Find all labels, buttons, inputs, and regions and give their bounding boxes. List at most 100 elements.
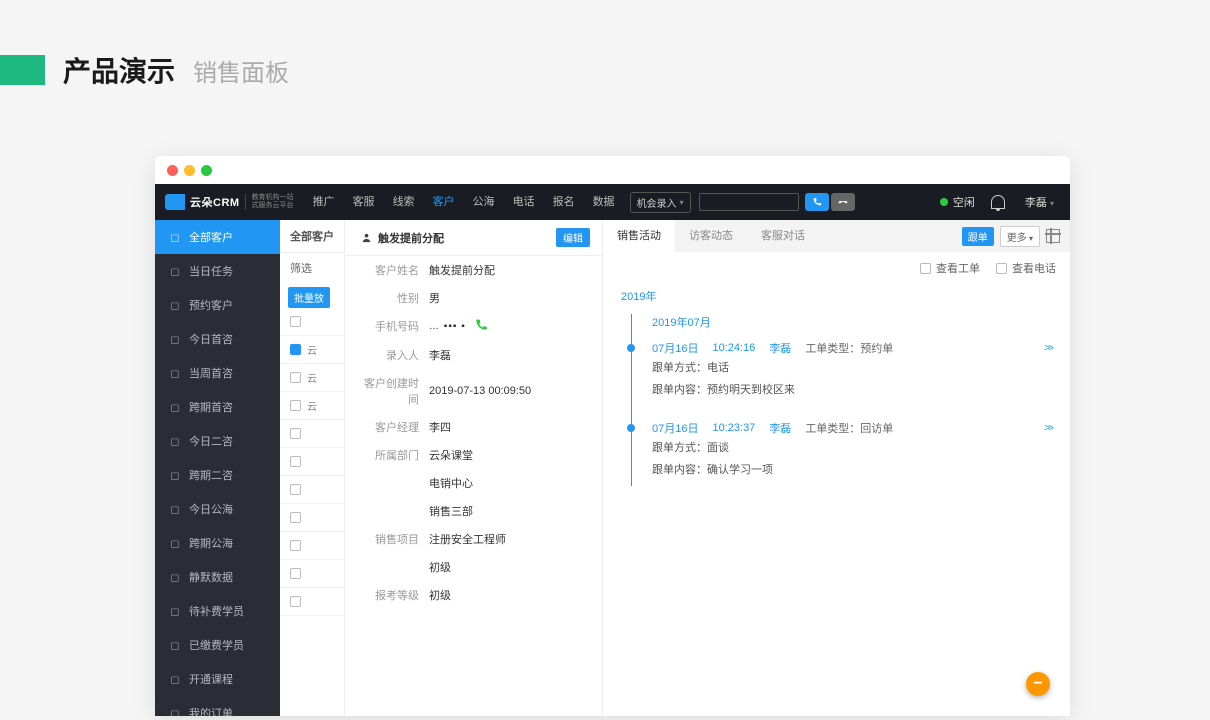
call-buttons bbox=[805, 193, 855, 211]
topnav-item-5[interactable]: 电话 bbox=[504, 184, 544, 220]
checkbox-icon[interactable] bbox=[290, 456, 301, 467]
activity-filter-0[interactable]: 查看工单 bbox=[920, 260, 980, 276]
minimize-floating-button[interactable]: − bbox=[1026, 672, 1050, 696]
detail-row: 初级 bbox=[345, 553, 602, 581]
topnav-item-3[interactable]: 客户 bbox=[424, 184, 464, 220]
checkbox-icon[interactable] bbox=[290, 400, 301, 411]
sidebar-item-13[interactable]: ◻开通课程 bbox=[155, 662, 280, 696]
list-row[interactable] bbox=[280, 308, 344, 336]
detail-label bbox=[357, 475, 429, 491]
hangup-button[interactable] bbox=[831, 193, 855, 211]
checkbox-icon[interactable] bbox=[290, 540, 301, 551]
topnav-item-1[interactable]: 客服 bbox=[344, 184, 384, 220]
list-row[interactable] bbox=[280, 476, 344, 504]
checkbox-icon[interactable] bbox=[290, 484, 301, 495]
list-row[interactable] bbox=[280, 420, 344, 448]
list-panel-filter[interactable]: 筛选 bbox=[280, 253, 344, 283]
close-icon[interactable] bbox=[167, 165, 178, 176]
topnav-item-2[interactable]: 线索 bbox=[384, 184, 424, 220]
entry-method: 跟单方式：面谈 bbox=[652, 436, 1052, 458]
logo-subtitle: 教育机构一站 式服务云平台 bbox=[245, 194, 294, 209]
user-icon: ◻ bbox=[169, 231, 181, 243]
detail-label: 性别 bbox=[357, 290, 429, 306]
topnav-items: 推广客服线索客户公海电话报名数据 bbox=[304, 184, 624, 220]
activity-tab-2[interactable]: 客服对话 bbox=[747, 220, 819, 252]
sidebar-item-0[interactable]: ◻全部客户 bbox=[155, 220, 280, 254]
layout-toggle-icon[interactable] bbox=[1046, 229, 1060, 243]
status-indicator[interactable]: 空闲 bbox=[940, 194, 975, 210]
follow-button[interactable]: 跟单 bbox=[962, 227, 994, 246]
sidebar-item-9[interactable]: ◻跨期公海 bbox=[155, 526, 280, 560]
list-row[interactable] bbox=[280, 448, 344, 476]
entry-type: 工单类型：预约单 bbox=[805, 340, 893, 356]
edit-button[interactable]: 编辑 bbox=[556, 228, 590, 247]
user-icon: ◻ bbox=[169, 299, 181, 311]
sidebar-item-6[interactable]: ◻今日二咨 bbox=[155, 424, 280, 458]
sidebar-item-1[interactable]: ◻当日任务 bbox=[155, 254, 280, 288]
detail-label bbox=[357, 503, 429, 519]
topnav-item-0[interactable]: 推广 bbox=[304, 184, 344, 220]
detail-row: 电销中心 bbox=[345, 469, 602, 497]
sidebar-item-label: 今日首咨 bbox=[189, 331, 233, 347]
list-row[interactable] bbox=[280, 560, 344, 588]
list-row[interactable]: 云 bbox=[280, 392, 344, 420]
app-window: 云朵CRM 教育机构一站 式服务云平台 推广客服线索客户公海电话报名数据 机会录… bbox=[155, 156, 1070, 716]
logo[interactable]: 云朵CRM 教育机构一站 式服务云平台 bbox=[155, 184, 304, 220]
sidebar-item-14[interactable]: ◻我的订单 bbox=[155, 696, 280, 716]
checkbox-icon[interactable] bbox=[290, 568, 301, 579]
checkbox-icon[interactable] bbox=[290, 372, 301, 383]
chat-icon: ◻ bbox=[169, 401, 181, 413]
list-panel: 全部客户 筛选 批量放 云云云 bbox=[280, 220, 345, 716]
detail-panel: 触发提前分配 编辑 客户姓名触发提前分配性别男手机号码… ▪▪▪ ▪录入人李磊客… bbox=[345, 220, 603, 716]
phone-icon[interactable] bbox=[474, 318, 488, 335]
entry-content: 跟单内容：确认学习一项 bbox=[652, 458, 1052, 480]
activity-tabs-actions: 跟单 更多 ▾ bbox=[962, 226, 1070, 247]
topnav-item-6[interactable]: 报名 bbox=[544, 184, 584, 220]
checkbox-icon[interactable] bbox=[290, 428, 301, 439]
expand-button[interactable]: >> bbox=[1044, 423, 1052, 434]
list-row[interactable] bbox=[280, 504, 344, 532]
timeline-entry: 07月16日10:24:16李磊工单类型：预约单>>跟单方式：电话跟单内容：预约… bbox=[652, 340, 1052, 406]
sidebar-item-10[interactable]: ◻静默数据 bbox=[155, 560, 280, 594]
topnav-item-7[interactable]: 数据 bbox=[584, 184, 624, 220]
opportunity-entry-button[interactable]: 机会录入 ▾ bbox=[630, 192, 691, 213]
sidebar-item-4[interactable]: ◻当周首咨 bbox=[155, 356, 280, 390]
chat-icon: ◻ bbox=[169, 367, 181, 379]
list-row[interactable] bbox=[280, 588, 344, 616]
checkbox-icon[interactable] bbox=[290, 596, 301, 607]
sidebar-item-11[interactable]: ◻待补费学员 bbox=[155, 594, 280, 628]
entry-time: 10:23:37 bbox=[712, 422, 755, 434]
bell-icon[interactable] bbox=[991, 195, 1005, 209]
maximize-icon[interactable] bbox=[201, 165, 212, 176]
sidebar-item-7[interactable]: ◻跨期二咨 bbox=[155, 458, 280, 492]
sidebar-item-12[interactable]: ◻已缴费学员 bbox=[155, 628, 280, 662]
more-button[interactable]: 更多 ▾ bbox=[1000, 226, 1040, 247]
minimize-icon[interactable] bbox=[184, 165, 195, 176]
topnav-item-4[interactable]: 公海 bbox=[464, 184, 504, 220]
activity-tab-0[interactable]: 销售活动 bbox=[603, 220, 675, 252]
list-row[interactable]: 云 bbox=[280, 336, 344, 364]
activity-panel: 销售活动访客动态客服对话 跟单 更多 ▾ 查看工单查看电话 2019年 2019… bbox=[603, 220, 1070, 716]
checkbox-icon[interactable] bbox=[290, 316, 301, 327]
batch-tag[interactable]: 批量放 bbox=[288, 287, 330, 308]
detail-row: 客户经理李四 bbox=[345, 413, 602, 441]
sea-icon: ◻ bbox=[169, 503, 181, 515]
sidebar-item-label: 预约客户 bbox=[189, 297, 233, 313]
sidebar-item-2[interactable]: ◻ 预约客户 bbox=[155, 288, 280, 322]
list-row[interactable] bbox=[280, 532, 344, 560]
detail-header: 触发提前分配 编辑 bbox=[345, 220, 602, 256]
list-row[interactable]: 云 bbox=[280, 364, 344, 392]
checkbox-icon[interactable] bbox=[290, 344, 301, 355]
activity-filter-1[interactable]: 查看电话 bbox=[996, 260, 1056, 276]
user-menu[interactable]: 李磊 ▾ bbox=[1025, 194, 1054, 210]
detail-fields: 客户姓名触发提前分配性别男手机号码… ▪▪▪ ▪录入人李磊客户创建时间2019-… bbox=[345, 256, 602, 609]
sidebar-item-3[interactable]: ◻今日首咨 bbox=[155, 322, 280, 356]
search-input[interactable] bbox=[699, 193, 799, 211]
sidebar-item-5[interactable]: ◻跨期首咨 bbox=[155, 390, 280, 424]
activity-tab-1[interactable]: 访客动态 bbox=[675, 220, 747, 252]
expand-button[interactable]: >> bbox=[1044, 343, 1052, 354]
checkbox-icon bbox=[996, 263, 1007, 274]
checkbox-icon[interactable] bbox=[290, 512, 301, 523]
call-button[interactable] bbox=[805, 193, 829, 211]
sidebar-item-8[interactable]: ◻今日公海 bbox=[155, 492, 280, 526]
